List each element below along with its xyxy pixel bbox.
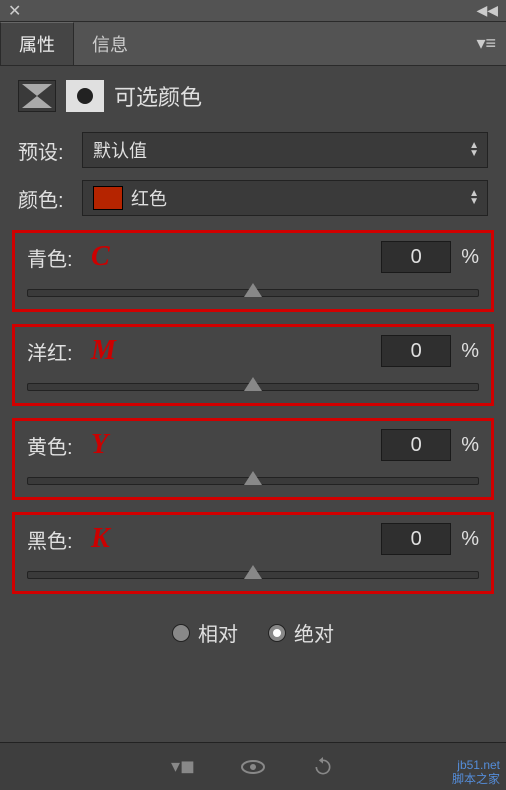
magenta-slider[interactable]	[27, 383, 479, 391]
absolute-label: 绝对	[294, 618, 334, 647]
tab-properties[interactable]: 属性	[0, 22, 74, 65]
preset-label: 预设:	[18, 136, 72, 165]
slider-thumb[interactable]	[244, 565, 262, 579]
close-icon[interactable]: ✕	[8, 1, 21, 21]
yellow-slider-group: 黄色: Y %	[12, 418, 494, 500]
collapse-icon[interactable]: ◀◀	[476, 2, 498, 19]
panel-title: 可选颜色	[114, 80, 202, 112]
yellow-label: 黄色: Y	[27, 431, 73, 460]
magenta-unit: %	[461, 340, 479, 363]
selective-color-icon	[18, 80, 56, 112]
layer-mask-icon[interactable]	[66, 80, 104, 112]
tab-info[interactable]: 信息	[74, 23, 146, 65]
preset-dropdown[interactable]: 默认值 ▲▼	[82, 132, 488, 168]
annotation-c: C	[91, 241, 110, 273]
method-relative-radio[interactable]: 相对	[172, 618, 238, 647]
annotation-k: K	[91, 523, 110, 555]
toggle-visibility-icon[interactable]	[238, 755, 268, 779]
black-slider[interactable]	[27, 571, 479, 579]
colors-dropdown[interactable]: 红色 ▲▼	[82, 180, 488, 216]
colors-label: 颜色:	[18, 184, 72, 213]
cyan-slider-group: 青色: C %	[12, 230, 494, 312]
radio-icon	[172, 624, 190, 642]
magenta-input[interactable]	[381, 335, 451, 367]
chevron-updown-icon: ▲▼	[469, 190, 479, 206]
chevron-updown-icon: ▲▼	[469, 142, 479, 158]
black-label: 黑色: K	[27, 525, 73, 554]
black-input[interactable]	[381, 523, 451, 555]
preset-value: 默认值	[93, 137, 147, 163]
cyan-label: 青色: C	[27, 243, 73, 272]
annotation-m: M	[91, 335, 116, 367]
yellow-slider[interactable]	[27, 477, 479, 485]
cyan-slider[interactable]	[27, 289, 479, 297]
panel-menu-icon[interactable]: ▾≡	[476, 33, 496, 54]
yellow-unit: %	[461, 434, 479, 457]
radio-icon	[268, 624, 286, 642]
cyan-input[interactable]	[381, 241, 451, 273]
slider-thumb[interactable]	[244, 471, 262, 485]
magenta-slider-group: 洋红: M %	[12, 324, 494, 406]
clip-to-layer-icon[interactable]: ▾◼	[168, 755, 198, 779]
color-swatch	[93, 186, 123, 210]
magenta-label: 洋红: M	[27, 337, 73, 366]
yellow-input[interactable]	[381, 429, 451, 461]
method-absolute-radio[interactable]: 绝对	[268, 618, 334, 647]
relative-label: 相对	[198, 618, 238, 647]
reset-icon[interactable]	[308, 755, 338, 779]
black-unit: %	[461, 528, 479, 551]
cyan-unit: %	[461, 246, 479, 269]
slider-thumb[interactable]	[244, 283, 262, 297]
watermark: jb51.net 脚本之家	[452, 758, 500, 786]
black-slider-group: 黑色: K %	[12, 512, 494, 594]
slider-thumb[interactable]	[244, 377, 262, 391]
annotation-y: Y	[91, 429, 108, 461]
colors-value: 红色	[131, 185, 167, 211]
